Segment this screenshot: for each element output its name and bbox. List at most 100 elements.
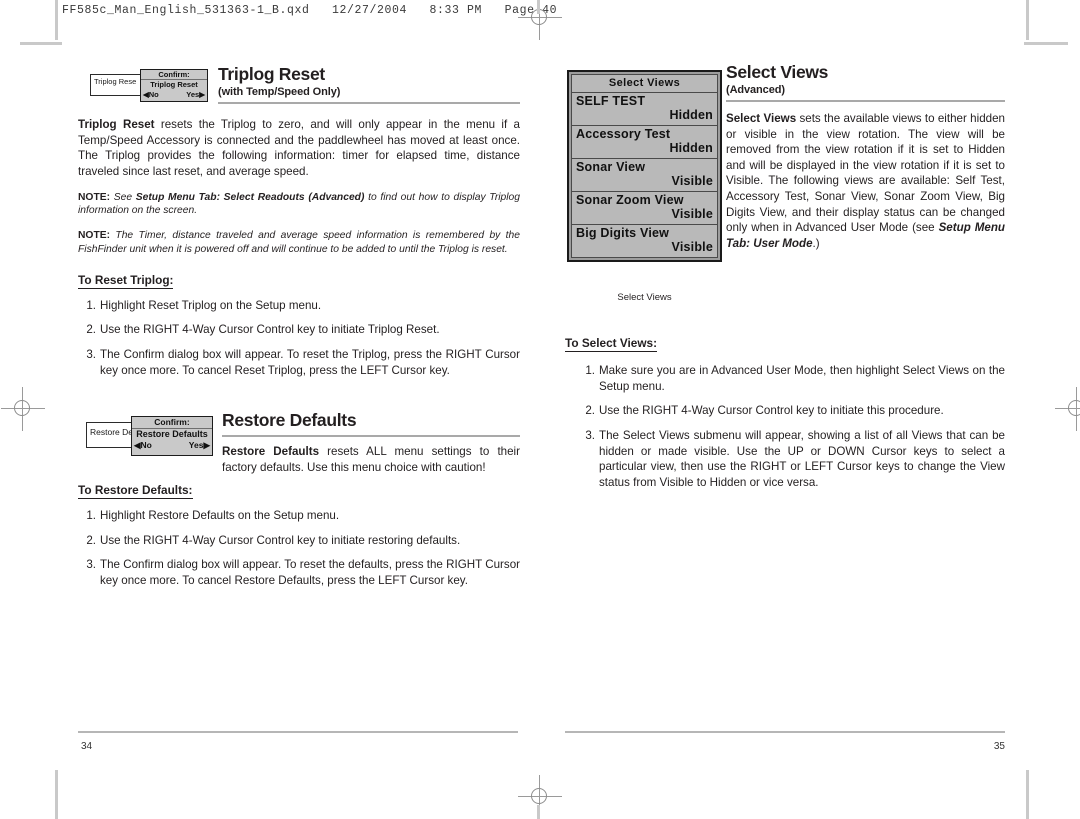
status-badge: Visible: [671, 174, 713, 188]
select-views-row-accessory-test[interactable]: Accessory Test Hidden: [571, 126, 718, 159]
triplog-dialog-title: Confirm:: [141, 70, 207, 81]
select-views-subtitle: (Advanced): [726, 83, 785, 96]
registration-mark-right: [1055, 387, 1080, 431]
select-views-heading-block: Select Views (Advanced) Select Views set…: [726, 63, 1005, 252]
select-views-figure-caption: Select Views: [617, 292, 672, 303]
select-views-intro-text: sets the available views to either hidde…: [726, 111, 1005, 235]
restore-heading-block: Restore Defaults Restore Defaults resets…: [222, 411, 520, 475]
step-number: 2.: [86, 323, 96, 337]
triplog-note-1: NOTE: See Setup Menu Tab: Select Readout…: [78, 191, 520, 219]
select-views-intro-tail: .): [812, 237, 820, 251]
select-views-row-self-test[interactable]: SELF TEST Hidden: [571, 93, 718, 126]
restore-page-title: Restore Defaults: [222, 410, 357, 430]
note-2-text: The Timer, distance traveled and average…: [78, 230, 520, 255]
triplog-heading-block: Triplog Reset (with Temp/Speed Only): [218, 65, 520, 104]
restore-intro-bold: Restore Defaults: [222, 444, 320, 458]
step-number: 3.: [585, 428, 595, 442]
step-text: The Confirm dialog box will appear. To r…: [100, 348, 520, 377]
left-page: Triplog Rese Confirm: Triplog Reset ◀No …: [78, 0, 548, 819]
status-badge: Visible: [671, 207, 713, 221]
list-item: 1. Make sure you are in Advanced User Mo…: [577, 363, 1005, 394]
registration-mark-left: [1, 387, 45, 431]
triplog-note-2: NOTE: The Timer, distance traveled and a…: [78, 229, 520, 257]
triplog-body: Triplog Reset resets the Triplog to zero…: [78, 108, 520, 387]
triplog-subtitle: (with Temp/Speed Only): [218, 85, 341, 98]
select-views-row-big-digits-view[interactable]: Big Digits View Visible: [571, 225, 718, 258]
triplog-intro-paragraph: Triplog Reset resets the Triplog to zero…: [78, 117, 520, 180]
step-number: 1.: [86, 298, 96, 312]
triplog-page-title: Triplog Reset: [218, 64, 325, 84]
triplog-dialog-yes-button[interactable]: Yes▶: [186, 90, 205, 99]
select-views-menu-header: Select Views: [571, 74, 718, 93]
step-text: The Select Views submenu will appear, sh…: [599, 428, 1005, 489]
triplog-dialog-actions: ◀No Yes▶: [141, 90, 207, 99]
restore-steps-list: 1. Highlight Restore Defaults on the Set…: [78, 508, 520, 589]
select-views-procedure-heading: To Select Views:: [565, 336, 658, 352]
row-label: Accessory Test: [576, 127, 671, 141]
select-views-row-sonar-view[interactable]: Sonar View Visible: [571, 159, 718, 192]
step-number: 1.: [585, 364, 595, 377]
triplog-procedure-heading: To Reset Triplog:: [78, 272, 174, 289]
list-item: 3. The Confirm dialog box will appear. T…: [78, 557, 520, 588]
restore-heading-rule: [222, 434, 520, 437]
triplog-confirm-dialog: Confirm: Triplog Reset ◀No Yes▶: [140, 69, 208, 102]
row-label: SELF TEST: [576, 94, 646, 108]
left-footer-rule: [78, 731, 518, 733]
restore-procedure-block: To Restore Defaults: 1. Highlight Restor…: [78, 481, 520, 598]
status-badge: Visible: [671, 240, 713, 254]
list-item: 2. Use the RIGHT 4-Way Cursor Control ke…: [78, 322, 520, 338]
list-item: 3. The Confirm dialog box will appear. T…: [78, 347, 520, 378]
restore-defaults-section: Restore De Confirm: Restore Defaults ◀No…: [78, 405, 520, 587]
status-badge: Hidden: [669, 108, 713, 122]
restore-dialog-yes-button[interactable]: Yes▶: [189, 440, 210, 451]
page-number-left: 34: [81, 741, 93, 752]
note-1-label: NOTE:: [78, 191, 111, 203]
step-number: 3.: [86, 558, 96, 572]
select-views-intro-bold: Select Views: [726, 111, 797, 125]
row-label: Big Digits View: [576, 226, 670, 240]
list-item: 2. Use the RIGHT 4-Way Cursor Control ke…: [78, 533, 520, 549]
restore-dialog-no-button[interactable]: ◀No: [134, 440, 152, 451]
step-text: Highlight Reset Triplog on the Setup men…: [100, 298, 322, 312]
triplog-reset-section: Triplog Rese Confirm: Triplog Reset ◀No …: [78, 62, 520, 377]
trim-mark-top-left-horizontal: [20, 42, 62, 45]
triplog-menu-item-label: Triplog Rese: [94, 77, 137, 86]
row-label: Sonar View: [576, 160, 646, 174]
row-label: Sonar Zoom View: [576, 193, 684, 207]
page-number-right: 35: [993, 741, 1005, 752]
list-item: 2. Use the RIGHT 4-Way Cursor Control ke…: [577, 403, 1005, 419]
list-item: 1. Highlight Restore Defaults on the Set…: [78, 508, 520, 524]
restore-dialog-body: Restore Defaults: [136, 428, 208, 439]
triplog-dialog-no-button[interactable]: ◀No: [143, 90, 159, 99]
triplog-dialog-body: Triplog Reset: [150, 80, 198, 90]
step-text: Highlight Restore Defaults on the Setup …: [100, 509, 340, 522]
select-views-device-screenshot: Select Views SELF TEST Hidden Accessory …: [567, 70, 722, 262]
select-views-steps-list: 1. Make sure you are in Advanced User Mo…: [565, 363, 1005, 490]
select-views-row-sonar-zoom-view[interactable]: Sonar Zoom View Visible: [571, 192, 718, 225]
note-1-reference: Setup Menu Tab: Select Readouts (Advance…: [135, 191, 365, 203]
status-badge: Hidden: [669, 141, 713, 155]
restore-dialog-actions: ◀No Yes▶: [132, 440, 212, 451]
triplog-heading-rule: [218, 101, 520, 104]
select-views-page-title: Select Views: [726, 62, 829, 82]
trim-mark-top-left-vertical: [55, 0, 58, 40]
restore-intro-paragraph: Restore Defaults resets ALL menu setting…: [222, 444, 520, 475]
select-views-procedure-block: To Select Views: 1. Make sure you are in…: [565, 334, 1005, 499]
note-2-label: NOTE:: [78, 230, 111, 242]
right-page: Select Views (Advanced) Select Views set…: [563, 0, 1033, 819]
step-text: Make sure you are in Advanced User Mode,…: [599, 364, 1005, 393]
trim-mark-bottom-left-vertical: [55, 770, 58, 819]
step-number: 2.: [585, 404, 595, 418]
select-views-heading-rule: [726, 99, 1005, 102]
restore-dialog-title: Confirm:: [132, 417, 212, 429]
step-text: Use the RIGHT 4-Way Cursor Control key t…: [100, 323, 440, 337]
list-item: 3. The Select Views submenu will appear,…: [577, 428, 1005, 491]
triplog-intro-bold: Triplog Reset: [78, 118, 155, 131]
restore-procedure-heading: To Restore Defaults:: [78, 483, 193, 499]
step-text: The Confirm dialog box will appear. To r…: [100, 558, 520, 587]
step-number: 1.: [86, 509, 96, 522]
restore-menu-item-label: Restore De: [90, 427, 133, 437]
list-item: 1. Highlight Reset Triplog on the Setup …: [78, 298, 520, 314]
triplog-steps-list: 1. Highlight Reset Triplog on the Setup …: [78, 298, 520, 379]
note-1-pre: See: [110, 191, 136, 203]
